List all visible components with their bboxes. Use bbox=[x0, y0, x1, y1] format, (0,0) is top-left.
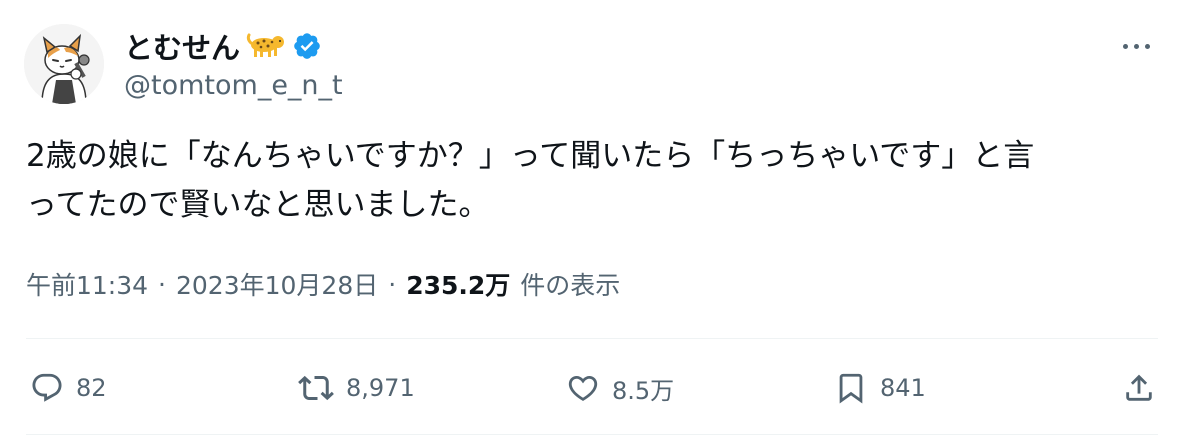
verified-badge-icon[interactable] bbox=[292, 31, 322, 61]
action-bar: 82 8,971 8.5万 841 bbox=[26, 360, 1158, 416]
like-button[interactable]: 8.5万 bbox=[566, 360, 674, 416]
reply-icon bbox=[32, 373, 62, 402]
author-name-row: とむせん bbox=[124, 26, 322, 66]
tweet-text: 2歳の娘に「なんちゃいですか？」って聞いたら「ちっちゃいです」と言 ってたので賢… bbox=[26, 138, 1035, 223]
divider bbox=[26, 338, 1158, 339]
reply-button[interactable]: 82 bbox=[30, 360, 107, 416]
divider bbox=[26, 434, 1158, 435]
more-options-button[interactable] bbox=[1114, 28, 1158, 64]
author-handle[interactable]: @tomtom_e_n_t bbox=[124, 70, 343, 101]
tweet-meta: 午前11:34 · 2023年10月28日 · 235.2万 件の表示 bbox=[26, 264, 620, 304]
meta-separator: · bbox=[388, 269, 397, 299]
cat-avatar-icon bbox=[24, 24, 104, 104]
share-icon bbox=[1126, 374, 1152, 401]
tweet-date[interactable]: 2023年10月28日 bbox=[176, 266, 378, 302]
views-label: 件の表示 bbox=[520, 271, 621, 300]
bookmark-icon bbox=[839, 373, 863, 404]
avatar[interactable] bbox=[24, 24, 104, 104]
retweet-count: 8,971 bbox=[346, 374, 415, 402]
display-name[interactable]: とむせん bbox=[124, 25, 240, 67]
bookmark-button[interactable]: 841 bbox=[834, 360, 926, 416]
more-dot-icon bbox=[1122, 43, 1128, 49]
leopard-emoji-icon bbox=[246, 33, 286, 59]
like-count: 8.5万 bbox=[612, 376, 675, 405]
share-button[interactable] bbox=[1122, 360, 1156, 416]
retweet-icon bbox=[298, 375, 334, 401]
tweet-card: とむせん @tomtom_e_n_t 2歳の娘に「なんちゃいですか？」って聞いた… bbox=[0, 0, 1184, 438]
more-dot-icon bbox=[1133, 43, 1139, 49]
reply-count: 82 bbox=[76, 374, 107, 402]
meta-separator: · bbox=[158, 269, 166, 299]
more-dot-icon bbox=[1144, 43, 1150, 49]
bookmark-count: 841 bbox=[880, 374, 926, 402]
retweet-button[interactable]: 8,971 bbox=[298, 360, 415, 416]
tweet-time[interactable]: 午前11:34 bbox=[26, 266, 148, 302]
heart-icon bbox=[568, 375, 598, 401]
views-count[interactable]: 235.2万 bbox=[406, 266, 510, 302]
